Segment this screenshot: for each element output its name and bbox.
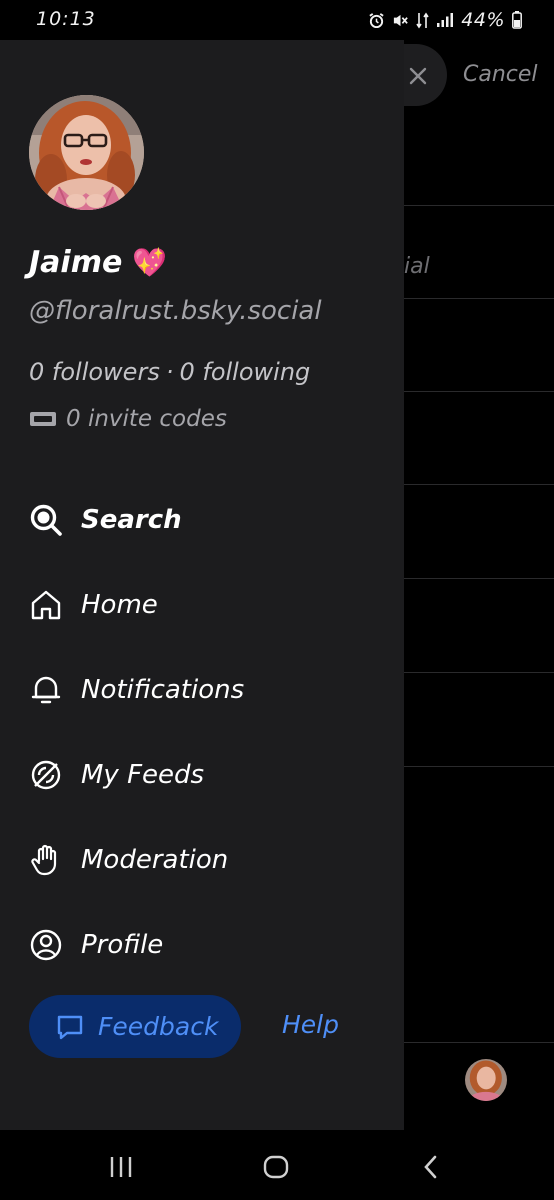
back-button[interactable] (414, 1150, 448, 1184)
ticket-icon (30, 412, 56, 426)
search-icon (29, 503, 63, 537)
battery-percent: 44% (461, 9, 505, 31)
follow-counts: 0 followers · 0 following (29, 358, 310, 386)
display-name-text: Jaime (29, 245, 123, 280)
nav-label-my-feeds: My Feeds (81, 760, 205, 790)
followers-count[interactable]: 0 followers (29, 358, 160, 386)
hand-icon (29, 843, 63, 877)
nav-label-notifications: Notifications (81, 675, 245, 705)
signal-icon (437, 13, 454, 27)
divider (404, 672, 554, 673)
divider (404, 484, 554, 485)
nav-item-my-feeds[interactable]: My Feeds (29, 755, 204, 795)
separator-dot: · (165, 358, 174, 386)
recents-button[interactable] (104, 1150, 138, 1184)
bell-icon (29, 673, 63, 707)
home-icon (29, 588, 63, 622)
divider (404, 1042, 554, 1043)
sparkling-heart-icon: 💖 (132, 246, 168, 279)
nav-label-search: Search (81, 505, 182, 535)
display-name: Jaime 💖 (29, 245, 167, 280)
battery-icon (512, 11, 522, 29)
home-button[interactable] (259, 1150, 293, 1184)
nav-label-moderation: Moderation (81, 845, 229, 875)
feeds-icon (29, 758, 63, 792)
cancel-button[interactable]: Cancel (463, 62, 538, 87)
divider (404, 578, 554, 579)
nav-item-profile[interactable]: Profile (29, 925, 163, 965)
profile-avatar[interactable] (29, 95, 144, 210)
divider (404, 391, 554, 392)
data-transfer-icon (416, 12, 429, 28)
feedback-label: Feedback (98, 1012, 219, 1041)
nav-item-search[interactable]: Search (29, 500, 182, 540)
bottom-tab-avatar[interactable] (465, 1059, 507, 1101)
help-link[interactable]: Help (282, 1010, 339, 1039)
divider (404, 298, 554, 299)
nav-item-notifications[interactable]: Notifications (29, 670, 244, 710)
nav-label-home: Home (81, 590, 158, 620)
nav-label-profile: Profile (81, 930, 164, 960)
clear-icon[interactable] (406, 64, 430, 88)
partial-result-text: ial (404, 254, 430, 279)
mute-icon (394, 14, 409, 26)
invite-codes-label: 0 invite codes (66, 406, 227, 432)
following-count[interactable]: 0 following (179, 358, 310, 386)
back-chevron-icon (424, 1155, 437, 1179)
home-circle-icon (263, 1155, 289, 1179)
invite-codes-row[interactable]: 0 invite codes (29, 406, 227, 432)
system-navigation-bar (0, 1130, 554, 1200)
user-handle: @floralrust.bsky.social (29, 296, 322, 326)
alarm-icon (369, 12, 384, 28)
recents-icon (110, 1157, 132, 1177)
divider (404, 766, 554, 767)
profile-icon (29, 928, 63, 962)
status-icons: 44% (368, 9, 522, 31)
status-bar: 10:13 44% (0, 0, 554, 40)
navigation-drawer: Jaime 💖 @floralrust.bsky.social 0 follow… (0, 40, 404, 1130)
divider (404, 205, 554, 206)
status-time: 10:13 (36, 8, 96, 30)
message-icon (57, 1015, 83, 1039)
feedback-button[interactable]: Feedback (29, 995, 241, 1058)
nav-item-moderation[interactable]: Moderation (29, 840, 228, 880)
nav-item-home[interactable]: Home (29, 585, 158, 625)
